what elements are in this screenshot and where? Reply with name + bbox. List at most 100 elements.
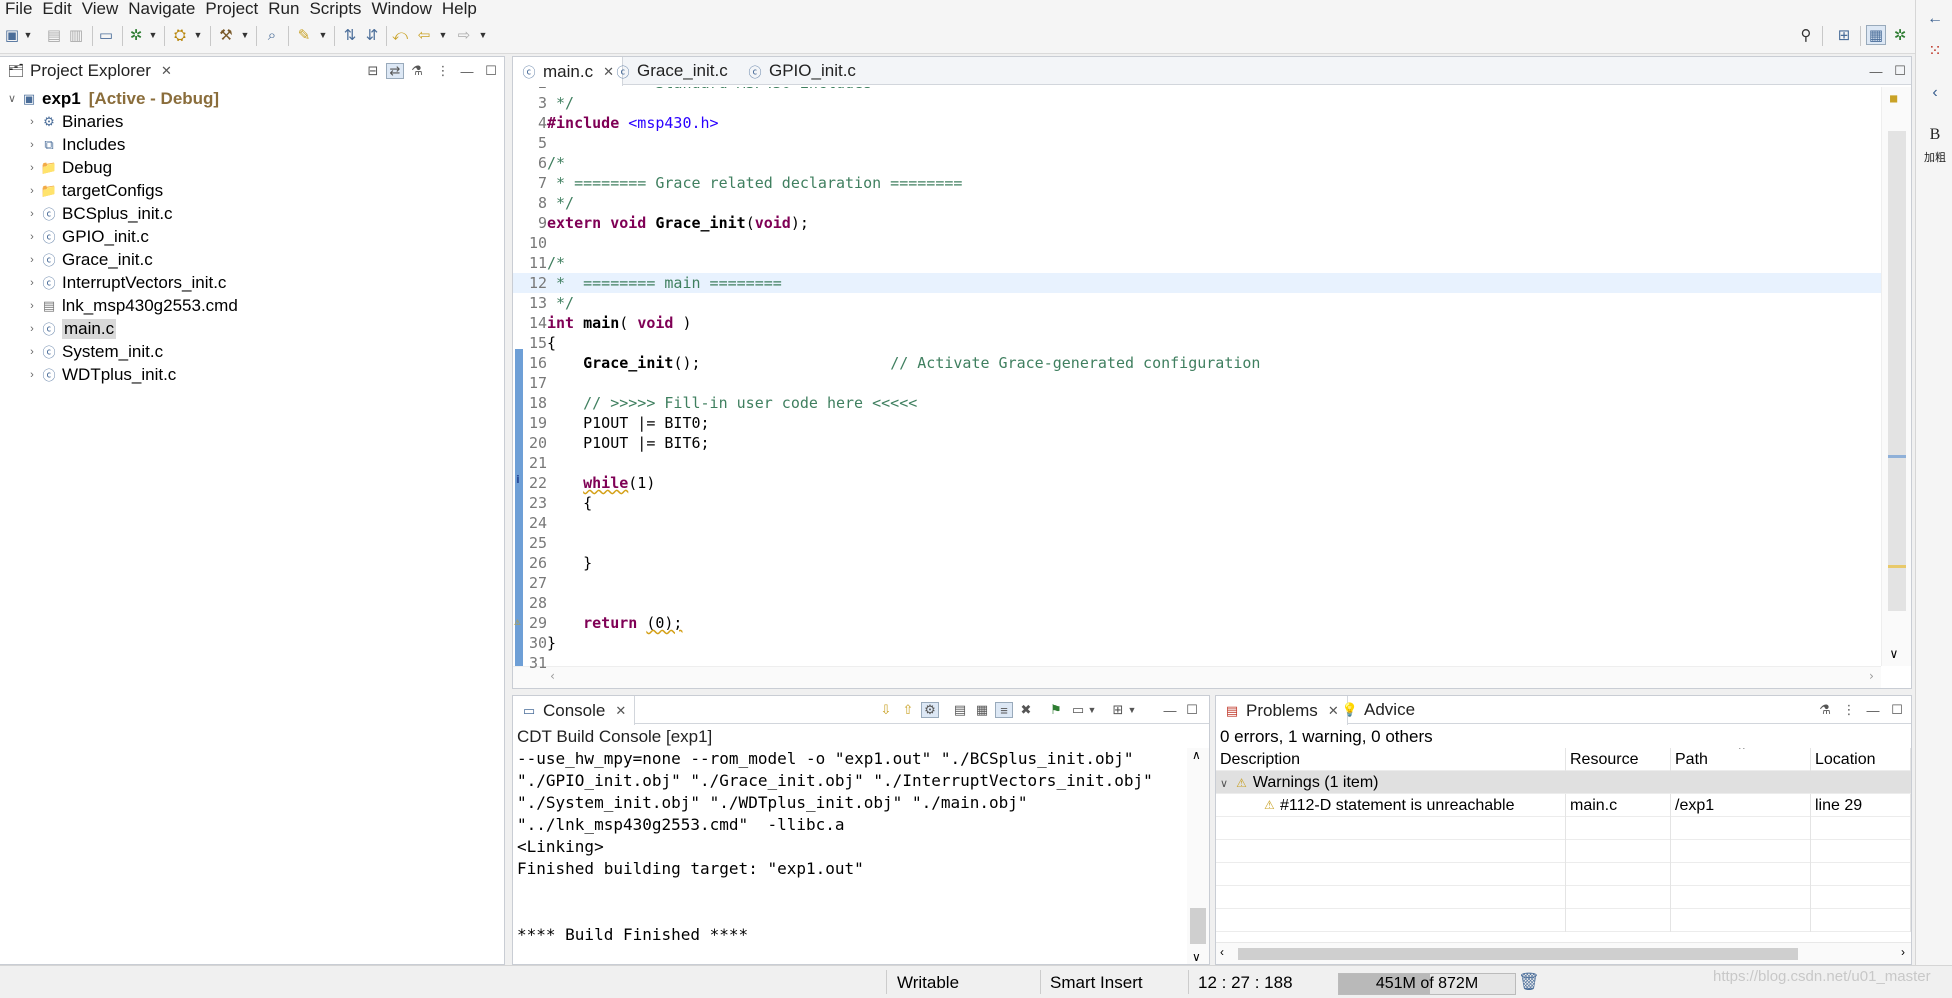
terminal-icon[interactable]: ▭ [96, 25, 116, 45]
filter-icon[interactable]: ⚗ [1816, 702, 1834, 718]
tree-item[interactable]: › ⧉ Includes [24, 133, 125, 156]
filter-icon[interactable]: ⚗ [408, 63, 426, 79]
menu-edit[interactable]: Edit [37, 0, 76, 18]
code-line[interactable]: 5 [513, 133, 1881, 153]
problems-maximize-icon[interactable]: ☐ [1888, 702, 1906, 718]
menu-run[interactable]: Run [263, 0, 304, 18]
scroll-thumb[interactable] [1888, 131, 1906, 611]
project-node-exp1[interactable]: ∨ ▣ exp1 [Active - Debug] [4, 87, 219, 110]
scroll-thumb[interactable] [1190, 908, 1206, 944]
problems-minimize-icon[interactable]: — [1864, 702, 1882, 718]
insert-mode-status[interactable]: Smart Insert [1050, 973, 1143, 993]
ccs-debug-perspective-icon[interactable]: ✲ [1890, 25, 1910, 45]
new-dropdown-icon[interactable]: ▼ [23, 25, 33, 45]
problem-row[interactable]: ⚠ #112-D statement is unreachable main.c/e… [1216, 794, 1911, 817]
tree-item[interactable]: › 📁 Debug [24, 156, 112, 179]
next-console-icon[interactable]: ⇩ [877, 702, 895, 718]
code-line[interactable]: 31 [513, 653, 1881, 673]
editor-tab[interactable]: ⓒ Grace_init.c [607, 57, 736, 85]
chevron-right-icon[interactable]: › [24, 254, 40, 266]
info-marker-icon[interactable]: i [516, 473, 520, 486]
tab-problems[interactable]: ▤ Problems ✕ [1216, 696, 1348, 725]
chevron-right-icon[interactable]: › [24, 208, 40, 220]
code-line[interactable]: 12 * ======== main ======== [513, 273, 1881, 293]
code-line[interactable]: 24 [513, 513, 1881, 533]
pin-console-icon[interactable]: ⚑ [1047, 702, 1065, 718]
chevron-right-icon[interactable]: › [24, 139, 40, 151]
ccs-edit-perspective-icon[interactable]: ▦ [1866, 25, 1886, 45]
save-icon[interactable]: ▤ [44, 25, 64, 45]
minimize-icon[interactable]: — [458, 63, 476, 79]
tree-item[interactable]: › 📁 targetConfigs [24, 179, 163, 202]
forward-icon[interactable]: ⇨ [454, 25, 474, 45]
collapse-left-icon[interactable]: ‹ [1924, 82, 1946, 104]
next-annotation-icon[interactable]: ⇅ [340, 25, 360, 45]
console-scrollbar[interactable]: ∧ ∨ [1187, 748, 1209, 964]
console-maximize-icon[interactable]: ☐ [1183, 702, 1201, 718]
build-dropdown-icon[interactable]: ▼ [240, 25, 250, 45]
code-line[interactable]: 4 #include <msp430.h> [513, 113, 1881, 133]
garbage-collect-icon[interactable]: 🗑 [1518, 972, 1540, 992]
code-line[interactable]: 22 while(1) [513, 473, 1881, 493]
code-line[interactable]: 9 extern void Grace_init(void); [513, 213, 1881, 233]
prev-annotation-icon[interactable]: ⇵ [362, 25, 382, 45]
flash-icon[interactable]: ⛭ [170, 25, 190, 45]
build-hammer-icon[interactable]: ⚒ [216, 25, 236, 45]
code-line[interactable]: 14 int main( void ) [513, 313, 1881, 333]
open-console-icon[interactable]: ⊞ [1109, 702, 1127, 718]
code-editor[interactable]: ■ ∨ ‹ › 2 * ======== Standard MSP430 inc… [513, 87, 1911, 688]
build-console-icon[interactable]: ⚙ [921, 702, 939, 718]
scroll-thumb[interactable] [1238, 948, 1798, 960]
prev-console-icon[interactable]: ⇧ [899, 702, 917, 718]
code-line[interactable]: 7 * ======== Grace related declaration =… [513, 173, 1881, 193]
chevron-right-icon[interactable]: › [24, 116, 40, 128]
code-line[interactable]: 30} [513, 633, 1881, 653]
column-header[interactable]: Description [1216, 748, 1566, 771]
menu-project[interactable]: Project [200, 0, 263, 18]
scroll-right-icon[interactable]: › [1901, 945, 1905, 959]
tab-advice[interactable]: 💡 Advice [1334, 696, 1423, 724]
code-line[interactable]: 27 [513, 573, 1881, 593]
tree-item[interactable]: › ⓒ BCSplus_init.c [24, 202, 172, 225]
tree-item[interactable]: › ⓒ System_init.c [24, 340, 163, 363]
problems-group-row[interactable]: ∨ ⚠ Warnings (1 item) [1216, 771, 1911, 794]
editor-maximize-icon[interactable]: ☐ [1891, 63, 1909, 79]
scroll-up-icon[interactable]: ∧ [1192, 748, 1201, 762]
code-line[interactable]: 26 } [513, 553, 1881, 573]
copy-build-log-icon[interactable]: ▤ [951, 702, 969, 718]
code-line[interactable]: 29 return (0); [513, 613, 1881, 633]
chevron-right-icon[interactable]: › [24, 185, 40, 197]
open-console-dropdown-icon[interactable]: ▼ [1127, 702, 1137, 718]
close-icon[interactable]: ✕ [161, 63, 172, 79]
close-icon[interactable]: ✕ [615, 703, 626, 719]
maximize-icon[interactable]: ☐ [482, 63, 500, 79]
menu-scripts[interactable]: Scripts [304, 0, 366, 18]
tree-item[interactable]: › ⓒ InterruptVectors_init.c [24, 271, 226, 294]
new-icon[interactable]: ▣ [2, 25, 22, 45]
debug-dropdown-icon[interactable]: ▼ [148, 25, 158, 45]
code-line[interactable]: 18 // >>>>> Fill-in user code here <<<<< [513, 393, 1881, 413]
tree-item[interactable]: › ⚙ Binaries [24, 110, 123, 133]
menu-window[interactable]: Window [366, 0, 436, 18]
menu-view[interactable]: View [77, 0, 124, 18]
display-console-icon[interactable]: ▭ [1069, 702, 1087, 718]
code-line[interactable]: 21 [513, 453, 1881, 473]
code-line[interactable]: 28 [513, 593, 1881, 613]
search-icon[interactable]: ⚲ [1796, 25, 1816, 45]
menu-navigate[interactable]: Navigate [123, 0, 200, 18]
scroll-down-icon[interactable]: ∨ [1192, 950, 1201, 964]
code-line[interactable]: 15{ [513, 333, 1881, 353]
warning-marker-icon[interactable]: ⚠ [514, 615, 521, 628]
column-header[interactable]: Location [1811, 748, 1911, 771]
chevron-right-icon[interactable]: › [24, 346, 40, 358]
scroll-lock-icon[interactable]: ≡ [995, 702, 1013, 718]
vertical-scrollbar[interactable]: ■ ∨ [1881, 87, 1911, 666]
console-output[interactable]: --use_hw_mpy=none --rom_model -o "exp1.o… [513, 748, 1187, 964]
flash-dropdown-icon[interactable]: ▼ [193, 25, 203, 45]
scroll-left-icon[interactable]: ‹ [1220, 945, 1224, 959]
grid-app-icon[interactable]: ⁙ [1924, 40, 1946, 62]
display-console-dropdown-icon[interactable]: ▼ [1087, 702, 1097, 718]
chevron-right-icon[interactable]: › [24, 369, 40, 381]
code-line[interactable]: 13 */ [513, 293, 1881, 313]
code-line[interactable]: 19 P1OUT |= BIT0; [513, 413, 1881, 433]
